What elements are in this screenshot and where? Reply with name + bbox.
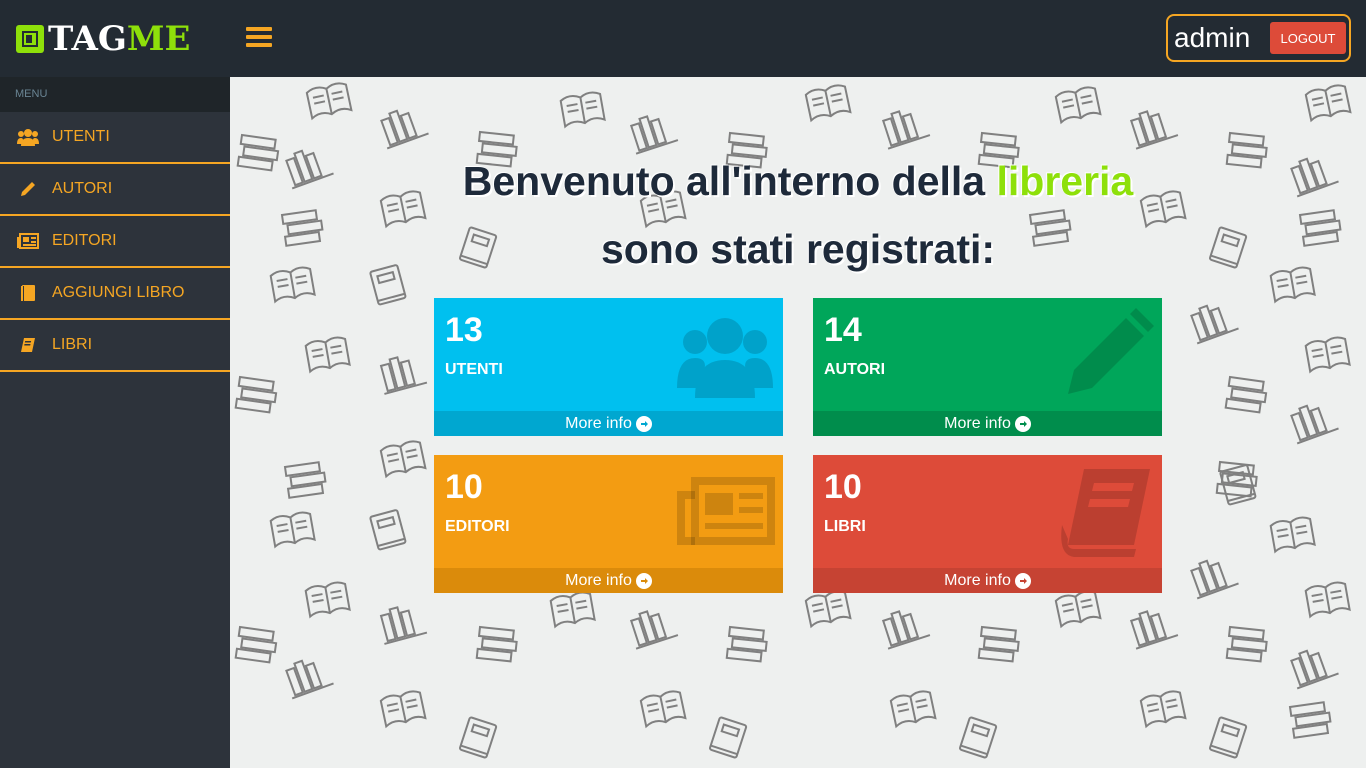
stat-box-libri[interactable]: 10 LIBRI More info <box>813 455 1162 593</box>
sidebar-item-label: AGGIUNGI LIBRO <box>52 284 185 301</box>
users-icon <box>677 318 773 398</box>
more-info-link[interactable]: More info <box>813 568 1162 593</box>
sidebar-item-label: EDITORI <box>52 232 117 249</box>
username-label: admin <box>1174 22 1251 53</box>
users-icon <box>17 127 39 147</box>
menu-toggle-icon[interactable] <box>244 24 276 52</box>
arrow-circle-right-icon <box>635 415 652 432</box>
pencil-icon <box>17 179 39 199</box>
book-tilted-icon <box>17 335 39 355</box>
logo-text-tag: TAG <box>48 19 127 59</box>
more-info-link[interactable]: More info <box>434 411 783 436</box>
logo-text-me: ME <box>126 19 191 59</box>
more-info-label: More info <box>944 571 1011 589</box>
stat-box-editori[interactable]: 10 EDITORI More info <box>434 455 783 593</box>
stat-count: 10 <box>824 468 862 506</box>
sidebar-item-autori[interactable]: AUTORI <box>0 164 230 216</box>
logout-button[interactable]: LOGOUT <box>1270 22 1346 54</box>
stat-count: 13 <box>445 311 483 349</box>
sidebar-item-editori[interactable]: EDITORI <box>0 216 230 268</box>
book-icon <box>17 283 39 303</box>
more-info-label: More info <box>944 414 1011 432</box>
more-info-label: More info <box>565 571 632 589</box>
user-panel: admin LOGOUT <box>1166 14 1351 62</box>
headline-subtext: sono stati registrati: <box>600 226 996 272</box>
sidebar-item-aggiungi-libro[interactable]: AGGIUNGI LIBRO <box>0 268 230 320</box>
sidebar-item-libri[interactable]: LIBRI <box>0 320 230 372</box>
sidebar-item-label: UTENTI <box>52 128 110 145</box>
main-content: Benvenuto all'interno della libreria son… <box>230 77 1366 768</box>
sidebar: MENU UTENTI AUTORI EDITORI AGGIUNGI LIBR… <box>0 77 230 768</box>
more-info-link[interactable]: More info <box>434 568 783 593</box>
more-info-label: More info <box>565 414 632 432</box>
newspaper-icon <box>17 231 39 251</box>
newspaper-icon <box>677 477 775 545</box>
top-header: TAGME admin LOGOUT <box>0 0 1366 77</box>
book-icon <box>1061 469 1150 557</box>
stat-label: LIBRI <box>824 518 866 535</box>
arrow-circle-right-icon <box>1014 415 1031 432</box>
stat-box-autori[interactable]: 14 AUTORI More info <box>813 298 1162 436</box>
stat-label: EDITORI <box>445 518 510 535</box>
sidebar-item-label: LIBRI <box>52 336 93 353</box>
welcome-headline: Benvenuto all'interno della libreria son… <box>230 147 1366 283</box>
stat-count: 14 <box>824 311 862 349</box>
headline-text: Benvenuto all'interno della <box>462 158 997 204</box>
stat-label: AUTORI <box>824 361 886 378</box>
stat-box-utenti[interactable]: 13 UTENTI More info <box>434 298 783 436</box>
stat-count: 10 <box>445 468 483 506</box>
headline-accent: libreria <box>996 158 1134 204</box>
sidebar-menu-header: MENU <box>0 77 230 112</box>
arrow-circle-right-icon <box>635 572 652 589</box>
pencil-icon <box>1068 308 1154 394</box>
logo-badge-icon <box>16 25 44 53</box>
app-logo[interactable]: TAGME <box>16 22 190 56</box>
more-info-link[interactable]: More info <box>813 411 1162 436</box>
sidebar-item-label: AUTORI <box>52 180 113 197</box>
sidebar-item-utenti[interactable]: UTENTI <box>0 112 230 164</box>
arrow-circle-right-icon <box>1014 572 1031 589</box>
stat-label: UTENTI <box>445 361 503 378</box>
